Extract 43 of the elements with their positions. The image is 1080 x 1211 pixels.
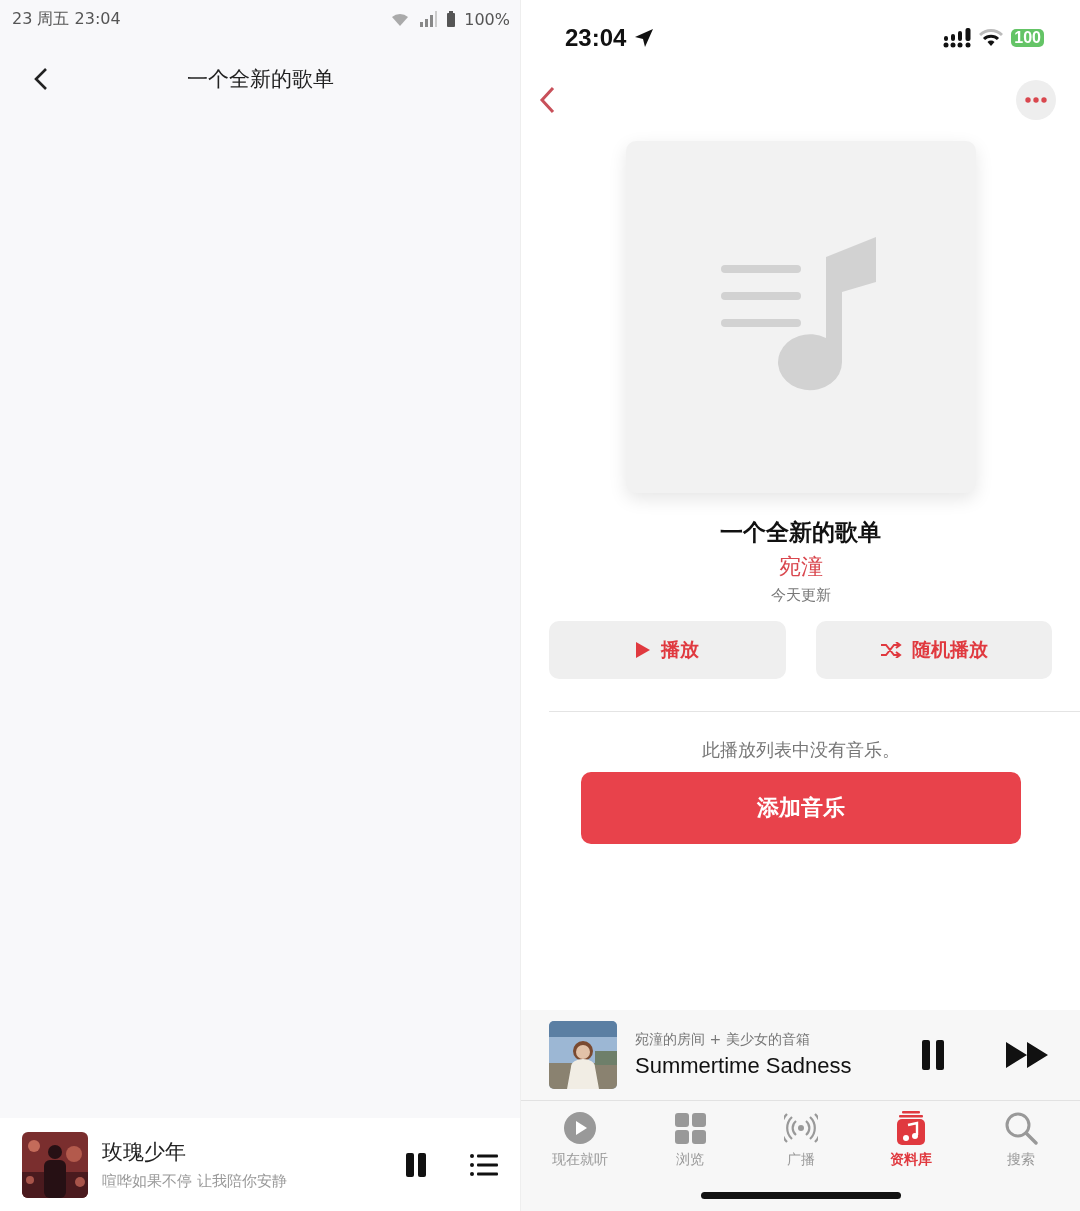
fast-forward-icon xyxy=(1006,1042,1048,1068)
wifi-icon xyxy=(979,28,1004,47)
tab[interactable]: 现在就听 xyxy=(525,1111,636,1169)
shuffle-icon xyxy=(879,642,902,658)
tab[interactable]: 资料库 xyxy=(855,1111,966,1169)
play-circle-icon xyxy=(563,1111,598,1145)
list-icon xyxy=(470,1153,498,1176)
wifi-icon xyxy=(390,11,411,27)
pause-button[interactable] xyxy=(406,1152,426,1177)
location-arrow-icon xyxy=(634,27,655,48)
page-title: 一个全新的歌单 xyxy=(186,66,334,93)
tab[interactable]: 搜索 xyxy=(965,1111,1076,1169)
song-title: Summertime Sadness xyxy=(635,1053,853,1079)
playlist-author[interactable]: 宛潼 xyxy=(521,552,1080,582)
updated-label: 今天更新 xyxy=(769,586,832,605)
back-icon xyxy=(34,67,48,91)
shuffle-button[interactable]: 随机播放 xyxy=(815,621,1052,679)
song-title: 玫瑰少年 xyxy=(102,1139,187,1166)
search-icon xyxy=(1003,1111,1038,1145)
broadcast-icon xyxy=(783,1111,818,1145)
pause-icon xyxy=(406,1152,426,1177)
pause-icon xyxy=(922,1040,944,1070)
play-button[interactable]: 播放 xyxy=(549,621,786,679)
playlist-button[interactable] xyxy=(470,1153,498,1176)
playback-source: 宛潼的房间 + 美少女的音箱 xyxy=(635,1031,811,1049)
battery-level: 100% xyxy=(464,9,510,29)
signal-icon xyxy=(418,11,439,27)
status-time: 23 周五 23:04 xyxy=(12,8,121,30)
grid-icon xyxy=(673,1111,708,1145)
play-icon xyxy=(635,641,652,659)
tab[interactable]: 浏览 xyxy=(635,1111,746,1169)
add-music-button[interactable]: 添加音乐 xyxy=(580,772,1021,844)
signal-icon xyxy=(943,27,972,48)
playlist-title: 一个全新的歌单 xyxy=(719,518,882,547)
tab[interactable]: 广播 xyxy=(745,1111,856,1169)
song-lyric: 喧哗如果不停 让我陪你安静 xyxy=(102,1172,288,1191)
empty-message: 此播放列表中没有音乐。 xyxy=(700,738,901,762)
more-icon xyxy=(1025,97,1047,103)
battery-icon xyxy=(446,11,457,27)
back-icon xyxy=(539,86,555,114)
battery-level: 100 xyxy=(1011,28,1044,47)
more-button[interactable] xyxy=(1016,80,1056,120)
status-time: 23:04 xyxy=(565,23,627,52)
